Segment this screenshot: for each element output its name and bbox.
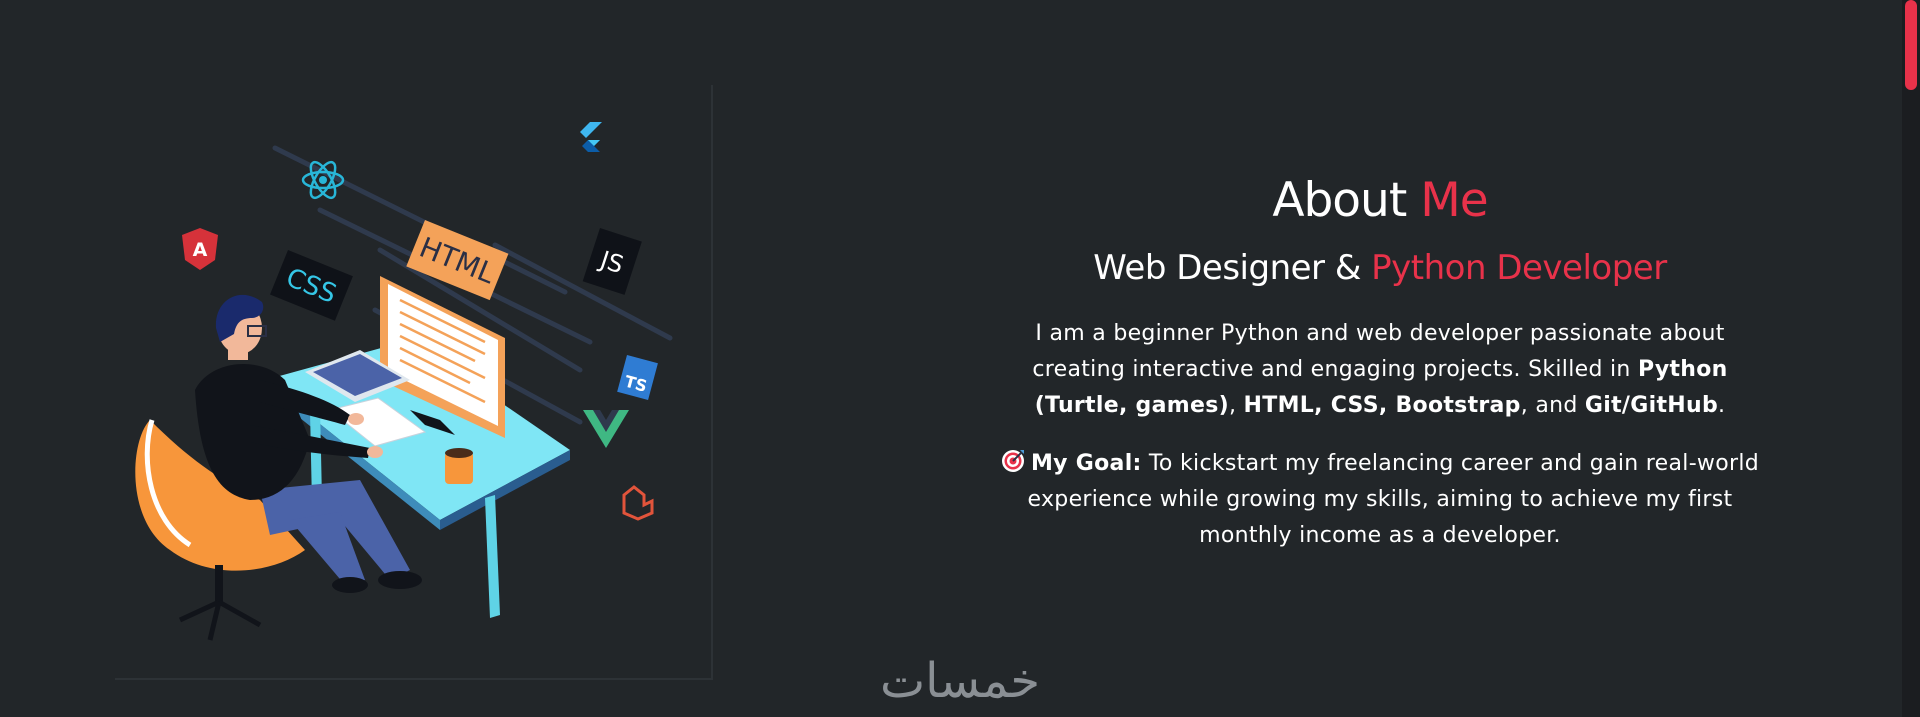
goal-paragraph: My Goal: To kickstart my freelancing car… (990, 446, 1770, 554)
flutter-icon (580, 122, 602, 152)
angular-icon: A (182, 228, 218, 270)
page-scrollbar[interactable] (1902, 0, 1920, 717)
html-badge: HTML (406, 220, 509, 301)
developer-illustration: A CSS HTML JS TS (110, 80, 720, 680)
bio-skill-web: HTML, CSS, Bootstrap (1243, 393, 1521, 418)
heading-prefix: About (1272, 173, 1421, 228)
framework-icon (622, 485, 654, 521)
subtitle-accent: Python Developer (1371, 248, 1667, 288)
vue-icon (583, 410, 629, 448)
heading-accent: Me (1420, 173, 1488, 228)
bio-text: I am a beginner Python and web developer… (1032, 321, 1725, 382)
subtitle-prefix: Web Designer & (1093, 248, 1372, 288)
role-subtitle: Web Designer & Python Developer (960, 242, 1800, 294)
khamsat-watermark: خمسات (840, 652, 1080, 709)
about-section: About Me Web Designer & Python Developer… (960, 160, 1800, 554)
about-heading: About Me (960, 160, 1800, 242)
goal-label: My Goal: (1030, 451, 1142, 476)
bio-paragraph: I am a beginner Python and web developer… (990, 316, 1770, 424)
scrollbar-thumb[interactable] (1905, 0, 1917, 90)
about-page: A CSS HTML JS TS About Me Web Designer &… (0, 0, 1920, 717)
js-badge: JS (582, 228, 642, 295)
svg-text:خمسات: خمسات (880, 653, 1040, 707)
bio-skill-git: Git/GitHub (1584, 393, 1718, 418)
coffee-mug (445, 448, 473, 484)
bio-text: , (1228, 393, 1244, 418)
bio-text: . (1718, 393, 1726, 418)
bio-text: , and (1520, 393, 1585, 418)
typescript-badge: TS (617, 355, 658, 400)
target-icon (1001, 450, 1024, 472)
css-badge: CSS (270, 250, 353, 321)
svg-text:A: A (193, 239, 208, 261)
